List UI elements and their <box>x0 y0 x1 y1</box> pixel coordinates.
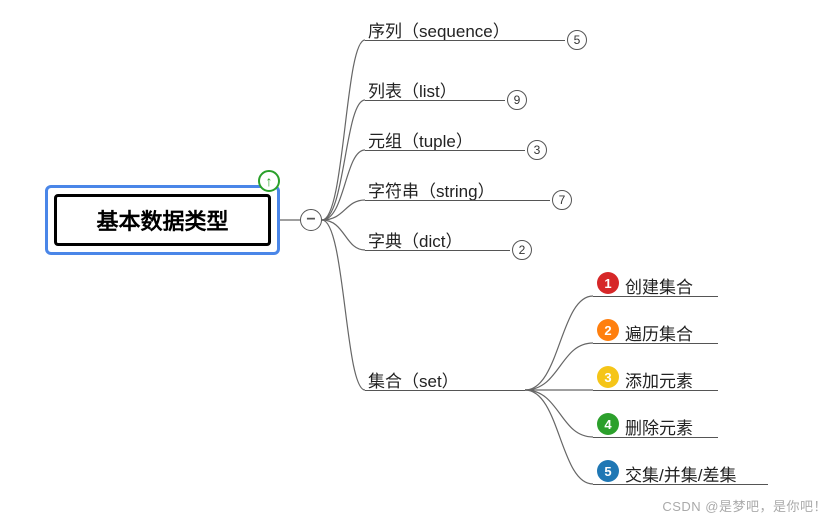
child-dict[interactable]: 字典（dict） <box>368 227 462 252</box>
child-list-line <box>365 100 505 101</box>
leaf-set-ops-line <box>593 484 768 485</box>
leaf-badge-4: 4 <box>597 413 619 435</box>
child-string-line <box>365 200 550 201</box>
leaf-remove-element[interactable]: 删除元素 <box>625 414 693 439</box>
child-tuple-line <box>365 150 525 151</box>
leaf-iterate-set[interactable]: 遍历集合 <box>625 320 693 345</box>
leaf-add-element-line <box>593 390 718 391</box>
collapse-toggle[interactable]: − <box>300 209 322 231</box>
count-badge-list[interactable]: 9 <box>507 90 527 110</box>
leaf-badge-3: 3 <box>597 366 619 388</box>
count-badge-sequence[interactable]: 5 <box>567 30 587 50</box>
root-node[interactable]: 基本数据类型 <box>45 185 280 255</box>
child-set-line <box>365 390 525 391</box>
leaf-iterate-set-line <box>593 343 718 344</box>
child-list[interactable]: 列表（list） <box>368 77 457 102</box>
leaf-remove-element-line <box>593 437 718 438</box>
child-sequence-line <box>365 40 565 41</box>
count-badge-tuple[interactable]: 3 <box>527 140 547 160</box>
child-dict-line <box>365 250 510 251</box>
count-badge-string[interactable]: 7 <box>552 190 572 210</box>
leaf-badge-5: 5 <box>597 460 619 482</box>
count-badge-dict[interactable]: 2 <box>512 240 532 260</box>
leaf-badge-1: 1 <box>597 272 619 294</box>
child-set[interactable]: 集合（set） <box>368 367 459 392</box>
leaf-create-set-line <box>593 296 718 297</box>
arrow-up-icon: ↑ <box>258 170 280 192</box>
leaf-set-ops[interactable]: 交集/并集/差集 <box>625 461 736 486</box>
root-label: 基本数据类型 <box>54 194 271 246</box>
leaf-create-set[interactable]: 创建集合 <box>625 273 693 298</box>
leaf-add-element[interactable]: 添加元素 <box>625 367 693 392</box>
child-sequence[interactable]: 序列（sequence） <box>368 17 510 42</box>
watermark-text: CSDN @是梦吧，是你吧！ <box>662 496 827 515</box>
child-tuple[interactable]: 元组（tuple） <box>368 127 473 152</box>
leaf-badge-2: 2 <box>597 319 619 341</box>
child-string[interactable]: 字符串（string） <box>368 177 495 202</box>
